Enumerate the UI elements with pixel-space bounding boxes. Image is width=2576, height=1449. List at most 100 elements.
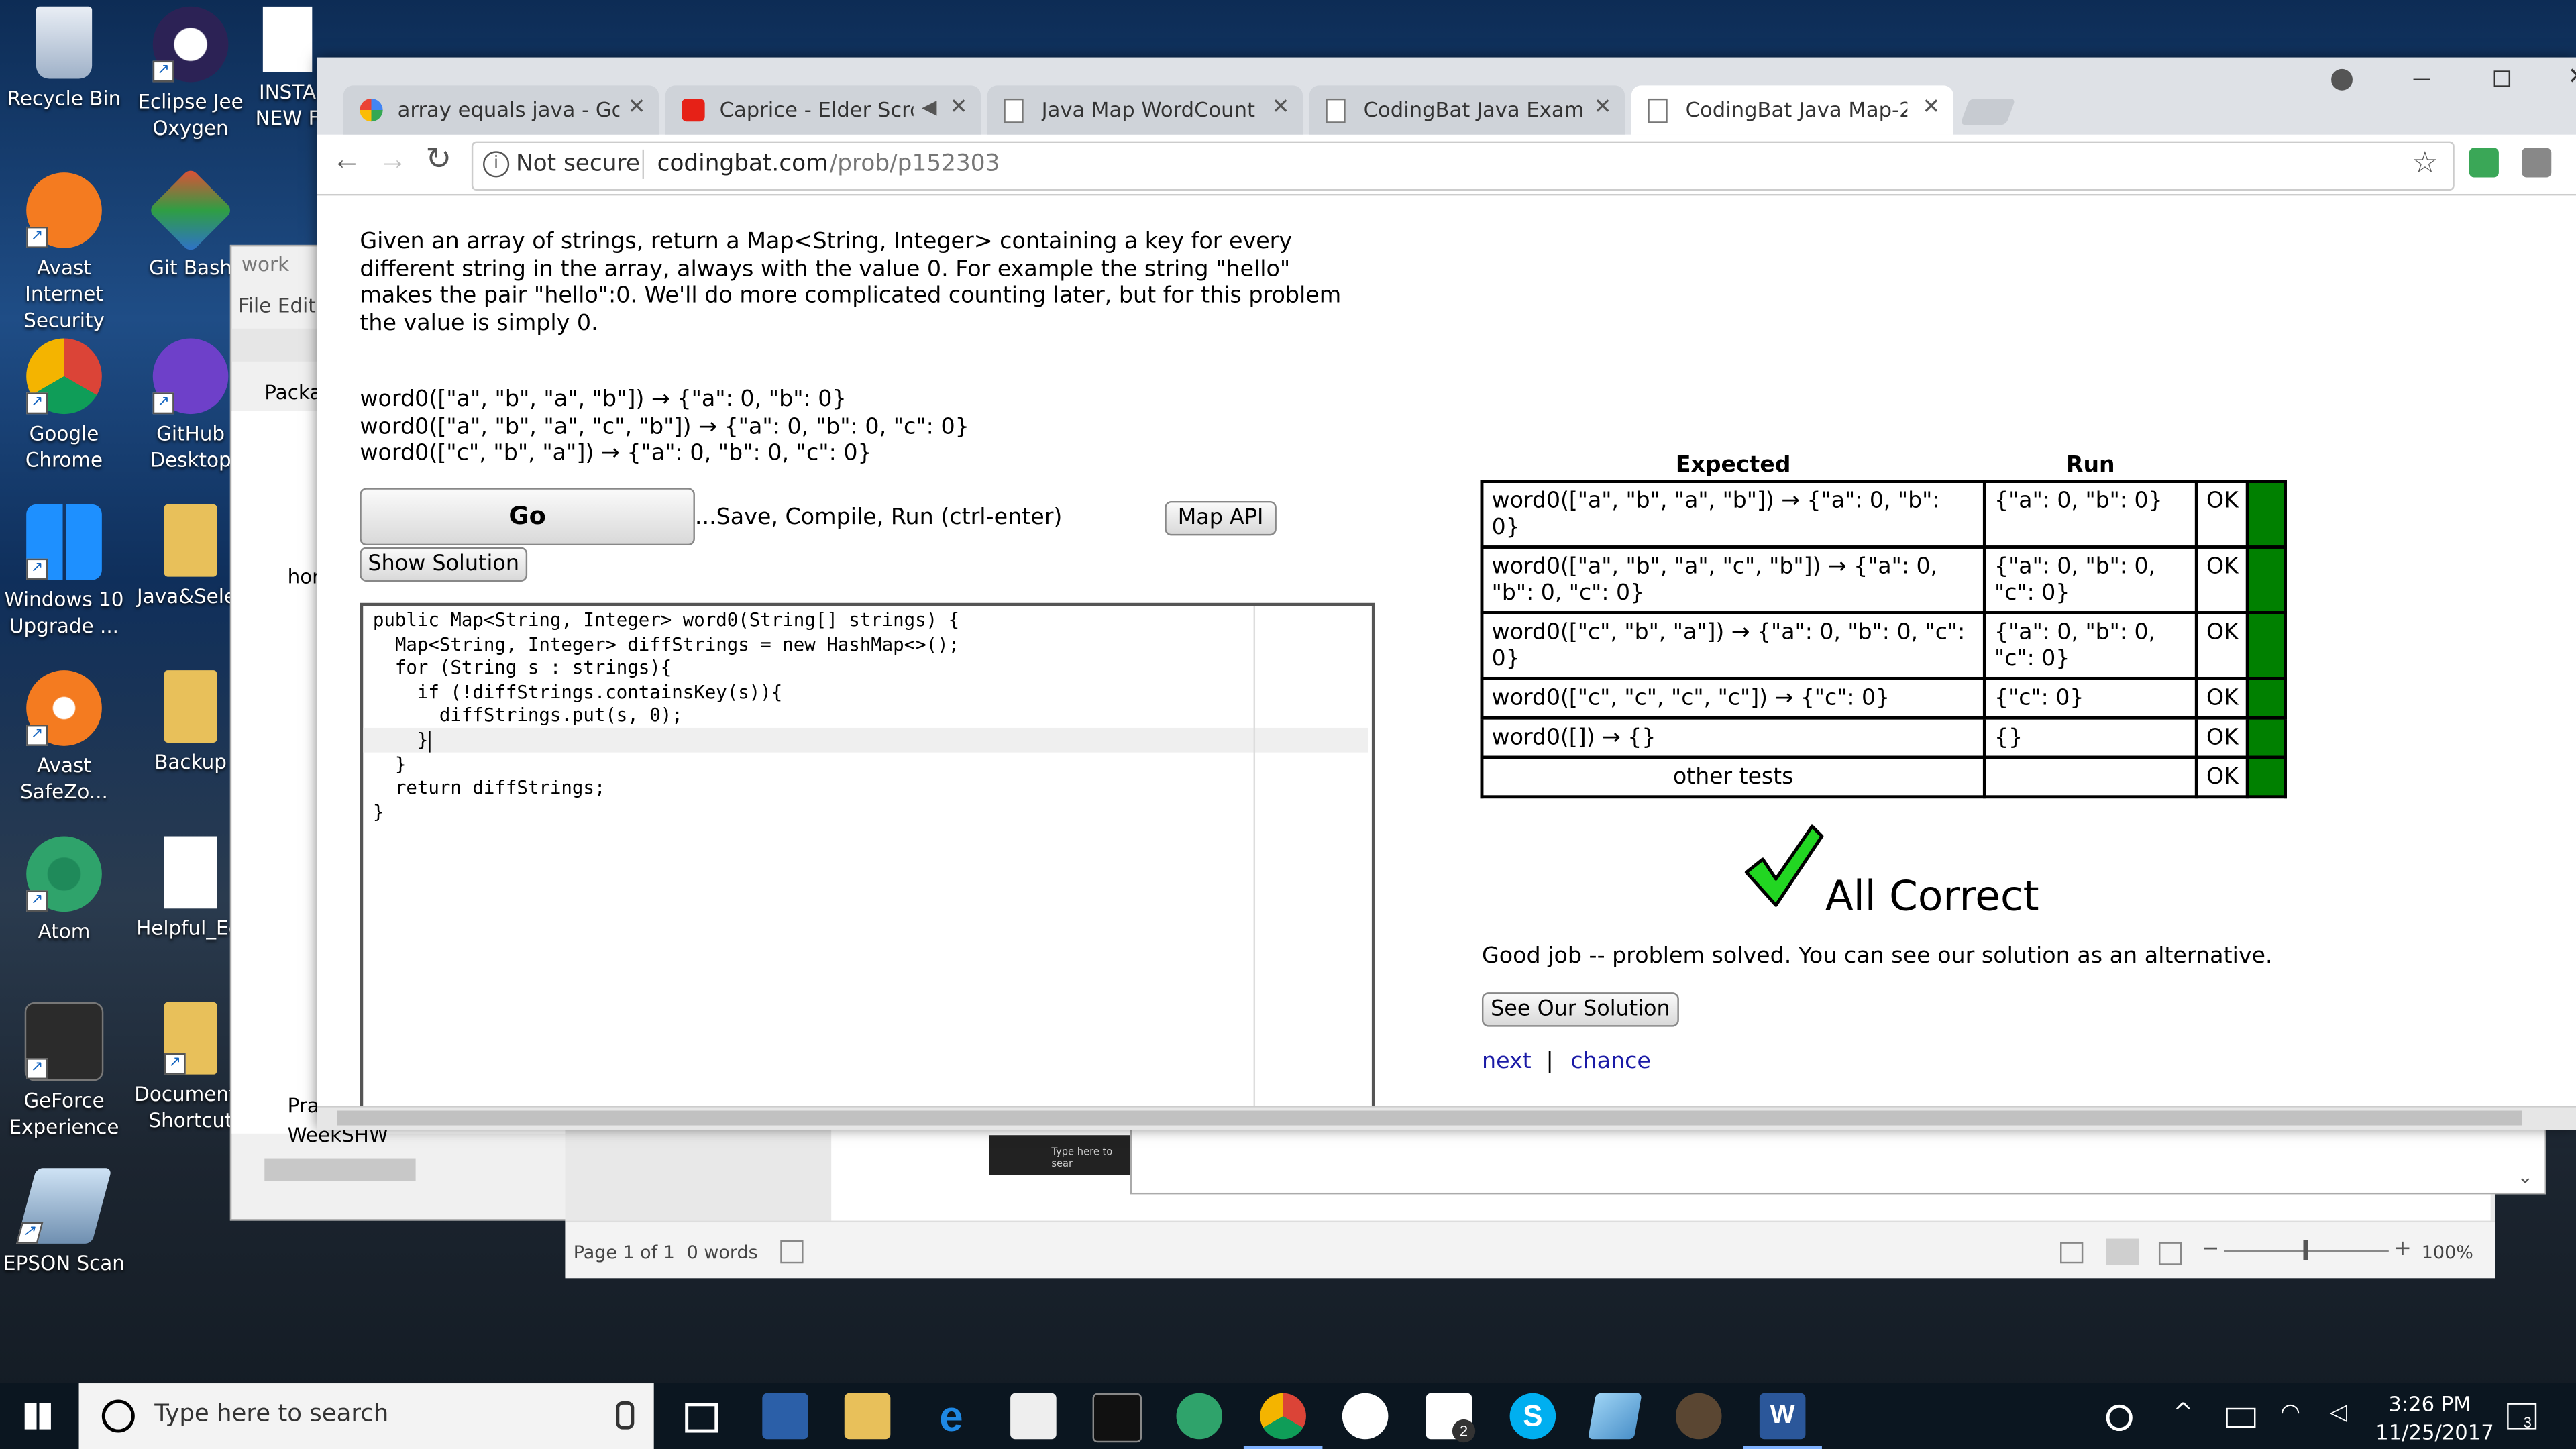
chevron-up-icon[interactable]: ^ xyxy=(2174,1400,2193,1426)
scanner-icon[interactable]: ↗ EPSON Scan xyxy=(0,1168,129,1277)
code-editor[interactable]: public Map<String, Integer> word0(String… xyxy=(360,602,1375,1106)
example-line: word0(["a", "b", "a", "c", "b"]) → {"a":… xyxy=(360,413,969,440)
wifi-icon[interactable]: ◠ xyxy=(2280,1400,2300,1426)
extension-icon[interactable] xyxy=(2469,148,2499,178)
avast-safezone-icon[interactable]: ↗ Avast SafeZo... xyxy=(0,670,129,805)
verdict-title: All Correct xyxy=(1825,872,2039,920)
results-table: Expected Run word0(["a", "b", "a", "b"])… xyxy=(1480,451,2288,799)
zoom-slider-thumb[interactable] xyxy=(2303,1240,2308,1260)
zoom-level[interactable]: 100% xyxy=(2422,1242,2473,1263)
file-explorer-icon[interactable] xyxy=(844,1393,891,1440)
word-comment-box[interactable] xyxy=(1130,1128,2546,1195)
maximize-icon[interactable] xyxy=(2493,70,2511,87)
security-label[interactable]: Not secure xyxy=(516,151,640,177)
speaker-icon[interactable]: ◀︎ xyxy=(922,95,937,118)
people-icon[interactable] xyxy=(2106,1404,2133,1432)
print-layout-icon[interactable] xyxy=(2106,1238,2139,1265)
volume-icon[interactable]: ◁ xyxy=(2330,1400,2347,1426)
mail-icon[interactable]: 2 xyxy=(1426,1393,1476,1443)
search-box[interactable]: Type here to search xyxy=(78,1383,654,1449)
atom-icon[interactable]: ↗ Atom xyxy=(0,836,129,945)
eclipse-menu-edit[interactable]: Edit xyxy=(278,294,316,317)
eclipse-tree-item[interactable]: hor xyxy=(288,565,321,588)
page-icon xyxy=(1004,98,1024,123)
chevron-down-icon[interactable]: ⌄ xyxy=(2517,1165,2534,1187)
scrollbar-thumb[interactable] xyxy=(337,1110,2522,1126)
desktop-icon-label: Backup xyxy=(154,751,227,774)
go-button[interactable]: Go xyxy=(360,488,695,546)
atom-taskbar-icon[interactable] xyxy=(1176,1393,1223,1440)
show-solution-button[interactable]: Show Solution xyxy=(360,547,528,582)
close-icon[interactable]: ✕ xyxy=(1594,95,1612,120)
geforce-icon[interactable]: ↗ GeForce Experience xyxy=(0,1002,129,1140)
back-icon[interactable]: ← xyxy=(332,143,362,177)
tab-youtube[interactable]: Caprice - Elder Scrolls ◀︎ ✕ xyxy=(665,85,981,135)
minimize-icon[interactable] xyxy=(2413,78,2430,81)
tab-codingbat-map2[interactable]: CodingBat Java Map-2 w ✕ xyxy=(1631,85,1953,135)
map-api-button[interactable]: Map API xyxy=(1165,500,1277,536)
shortcut-arrow-icon: ↗ xyxy=(26,724,48,746)
chrome-icon[interactable]: ↗ Google Chrome xyxy=(0,338,129,473)
read-mode-icon[interactable] xyxy=(2060,1242,2084,1264)
pass-indicator xyxy=(2246,480,2288,549)
run-cell: {} xyxy=(1982,716,2198,759)
zoom-in-icon[interactable]: + xyxy=(2394,1237,2412,1262)
address-bar[interactable]: i Not secure codingbat.com /prob/p152303… xyxy=(471,141,2455,191)
skype-icon[interactable]: S xyxy=(1509,1393,1556,1440)
tab-google-search[interactable]: array equals java - Googl ✕ xyxy=(343,85,659,135)
reload-icon[interactable]: ↻ xyxy=(425,142,451,179)
windows-upgrade-icon[interactable]: ↗ Windows 10 Upgrade ... xyxy=(0,504,129,639)
proofing-icon[interactable] xyxy=(780,1240,804,1264)
start-button[interactable] xyxy=(24,1403,51,1430)
chrome-taskbar-icon[interactable] xyxy=(1243,1393,1323,1449)
web-layout-icon[interactable] xyxy=(2158,1242,2182,1265)
recycle-bin-icon[interactable]: Recycle Bin xyxy=(0,6,129,112)
avast-icon[interactable]: ↗ Avast Internet Security xyxy=(0,172,129,333)
word-taskbar-icon[interactable]: W xyxy=(1743,1393,1822,1449)
close-icon[interactable]: ✕ xyxy=(1272,95,1290,120)
page-count[interactable]: Page 1 of 1 xyxy=(574,1242,675,1263)
close-window-icon[interactable]: ✕ xyxy=(2568,62,2576,91)
eclipse-horizontal-scrollbar[interactable] xyxy=(264,1158,416,1181)
powershell-icon[interactable] xyxy=(762,1393,808,1440)
profile-icon[interactable] xyxy=(2331,68,2353,91)
close-icon[interactable]: ✕ xyxy=(1923,95,1941,120)
store-icon[interactable] xyxy=(1010,1393,1057,1440)
word-count[interactable]: 0 words xyxy=(687,1242,758,1263)
zoom-out-icon[interactable]: − xyxy=(2202,1237,2220,1262)
see-our-solution-button[interactable]: See Our Solution xyxy=(1481,992,1679,1027)
eclipse-menu-file[interactable]: File xyxy=(238,294,271,317)
snipping-tool-icon[interactable] xyxy=(1588,1393,1642,1440)
extension-icon-2[interactable] xyxy=(2522,148,2552,178)
edge-icon[interactable]: e xyxy=(928,1393,975,1440)
word-window[interactable]: Type here to sear ⌄ Page 1 of 1 0 words … xyxy=(565,1128,2546,1279)
status-cell: OK xyxy=(2194,716,2250,759)
forward-icon[interactable]: → xyxy=(378,143,407,177)
game-icon[interactable] xyxy=(1675,1393,1722,1440)
battery-icon[interactable] xyxy=(2226,1407,2256,1428)
clock[interactable]: 3:26 PM 11/25/2017 xyxy=(2375,1390,2493,1446)
horizontal-scrollbar[interactable] xyxy=(317,1106,2576,1130)
task-view-icon[interactable] xyxy=(685,1403,718,1433)
close-icon[interactable]: ✕ xyxy=(628,95,646,120)
info-icon[interactable]: i xyxy=(483,151,510,178)
xbox-icon[interactable] xyxy=(1342,1393,1389,1440)
expected-cell: word0([]) → {} xyxy=(1480,716,1986,759)
eclipse-package-explorer-tab[interactable]: Packa xyxy=(264,381,321,404)
desktop-icon-label: Avast Internet Security xyxy=(23,256,105,332)
notification-icon[interactable]: 3 xyxy=(2507,1403,2537,1431)
terminal-icon[interactable] xyxy=(1092,1393,1142,1443)
status-cell: OK xyxy=(2194,676,2250,720)
tab-java-map-wordcount[interactable]: Java Map WordCount ✕ xyxy=(987,85,1303,135)
next-link[interactable]: next xyxy=(1482,1048,1532,1074)
eclipse-tree-item[interactable]: Pra xyxy=(288,1094,319,1117)
chance-link[interactable]: chance xyxy=(1570,1048,1651,1074)
word-doc-icon[interactable]: INSTA NEW F xyxy=(246,6,328,131)
star-icon[interactable]: ☆ xyxy=(2412,146,2438,180)
eclipse-icon[interactable]: ↗ Eclipse Jee Oxygen xyxy=(125,6,256,142)
close-icon[interactable]: ✕ xyxy=(950,95,968,120)
new-tab-button[interactable] xyxy=(1960,98,2016,125)
microphone-icon[interactable] xyxy=(616,1401,635,1430)
tab-codingbat-example[interactable]: CodingBat Java Example ✕ xyxy=(1309,85,1625,135)
browser-window[interactable]: array equals java - Googl ✕ Caprice - El… xyxy=(317,57,2576,1130)
